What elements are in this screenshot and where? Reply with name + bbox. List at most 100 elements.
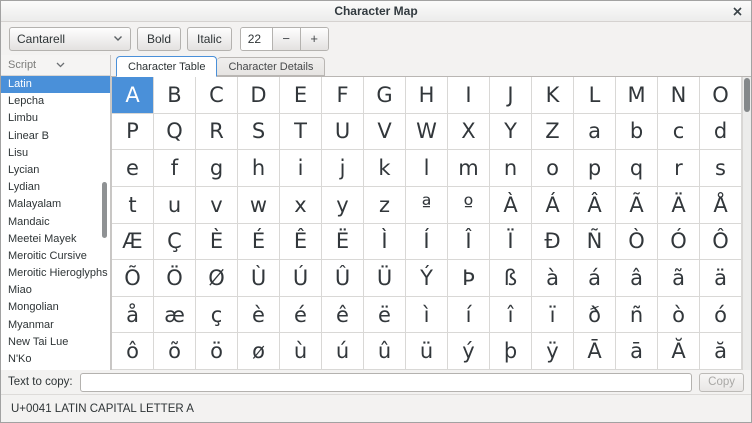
sidebar-item-lepcha[interactable]: Lepcha [1, 93, 110, 110]
character-cell[interactable]: ü [406, 333, 448, 370]
character-cell[interactable]: Ø [196, 260, 238, 297]
character-cell[interactable]: v [196, 187, 238, 224]
character-cell[interactable]: í [448, 297, 490, 334]
sidebar-scrollbar[interactable] [102, 182, 107, 238]
character-cell[interactable]: u [154, 187, 196, 224]
character-cell[interactable]: E [280, 77, 322, 114]
character-cell[interactable]: h [238, 150, 280, 187]
character-cell[interactable]: V [364, 114, 406, 151]
character-cell[interactable]: Ô [700, 224, 742, 261]
character-cell[interactable]: J [490, 77, 532, 114]
character-cell[interactable]: ö [196, 333, 238, 370]
character-cell[interactable]: Y [490, 114, 532, 151]
character-cell[interactable]: û [364, 333, 406, 370]
sidebar-item-meroitic-hieroglyphs[interactable]: Meroitic Hieroglyphs [1, 265, 110, 282]
character-cell[interactable]: ñ [616, 297, 658, 334]
character-cell[interactable]: s [700, 150, 742, 187]
character-cell[interactable]: ò [658, 297, 700, 334]
character-cell[interactable]: Ê [280, 224, 322, 261]
character-cell[interactable]: r [658, 150, 700, 187]
character-cell[interactable]: x [280, 187, 322, 224]
character-cell[interactable]: a [574, 114, 616, 151]
font-size-value[interactable]: 22 [241, 28, 272, 50]
grid-scrollbar[interactable] [742, 77, 751, 370]
character-cell[interactable]: ā [616, 333, 658, 370]
character-cell[interactable]: ß [490, 260, 532, 297]
character-cell[interactable]: Ö [154, 260, 196, 297]
text-to-copy-input[interactable] [80, 373, 693, 392]
character-cell[interactable]: à [532, 260, 574, 297]
character-cell[interactable]: Õ [112, 260, 154, 297]
character-cell[interactable]: ï [532, 297, 574, 334]
decrease-size-button[interactable]: − [272, 28, 300, 50]
character-cell[interactable]: n [490, 150, 532, 187]
bold-button[interactable]: Bold [137, 27, 181, 51]
character-cell[interactable]: R [196, 114, 238, 151]
sidebar-item-lycian[interactable]: Lycian [1, 162, 110, 179]
character-cell[interactable]: p [574, 150, 616, 187]
character-cell[interactable]: z [364, 187, 406, 224]
script-group-dropdown[interactable]: Script [1, 55, 110, 76]
sidebar-item-malayalam[interactable]: Malayalam [1, 196, 110, 213]
character-cell[interactable]: þ [490, 333, 532, 370]
character-cell[interactable]: o [532, 150, 574, 187]
character-cell[interactable]: Ð [532, 224, 574, 261]
character-cell[interactable]: j [322, 150, 364, 187]
character-cell[interactable]: Z [532, 114, 574, 151]
character-cell[interactable]: Ú [280, 260, 322, 297]
character-cell[interactable]: Ò [616, 224, 658, 261]
sidebar-item-meetei-mayek[interactable]: Meetei Mayek [1, 231, 110, 248]
character-cell[interactable]: L [574, 77, 616, 114]
character-cell[interactable]: ý [448, 333, 490, 370]
sidebar-item-ogham[interactable]: Ogham [1, 368, 110, 370]
character-cell[interactable]: ë [364, 297, 406, 334]
character-cell[interactable]: ó [700, 297, 742, 334]
character-cell[interactable]: è [238, 297, 280, 334]
character-cell[interactable]: b [616, 114, 658, 151]
character-cell[interactable]: k [364, 150, 406, 187]
character-cell[interactable]: Ñ [574, 224, 616, 261]
character-cell[interactable]: Ā [574, 333, 616, 370]
character-cell[interactable]: Ì [364, 224, 406, 261]
character-cell[interactable]: D [238, 77, 280, 114]
character-cell[interactable]: P [112, 114, 154, 151]
character-cell[interactable]: y [322, 187, 364, 224]
tab-character-details[interactable]: Character Details [217, 57, 325, 76]
character-cell[interactable]: ç [196, 297, 238, 334]
character-cell[interactable]: i [280, 150, 322, 187]
sidebar-item-lydian[interactable]: Lydian [1, 179, 110, 196]
character-cell[interactable]: Á [532, 187, 574, 224]
character-cell[interactable]: O [700, 77, 742, 114]
character-cell[interactable]: Å [700, 187, 742, 224]
sidebar-item-new-tai-lue[interactable]: New Tai Lue [1, 334, 110, 351]
character-cell[interactable]: å [112, 297, 154, 334]
character-cell[interactable]: S [238, 114, 280, 151]
character-cell[interactable]: B [154, 77, 196, 114]
character-cell[interactable]: N [658, 77, 700, 114]
sidebar-item-mandaic[interactable]: Mandaic [1, 214, 110, 231]
sidebar-item-lisu[interactable]: Lisu [1, 145, 110, 162]
font-family-dropdown[interactable]: Cantarell [9, 27, 131, 51]
character-cell[interactable]: U [322, 114, 364, 151]
character-cell[interactable]: Ó [658, 224, 700, 261]
character-cell[interactable]: È [196, 224, 238, 261]
character-cell[interactable]: Ç [154, 224, 196, 261]
character-cell[interactable]: Þ [448, 260, 490, 297]
character-cell[interactable]: Q [154, 114, 196, 151]
character-cell[interactable]: m [448, 150, 490, 187]
character-cell[interactable]: M [616, 77, 658, 114]
character-cell[interactable]: A [112, 77, 154, 114]
character-cell[interactable]: ê [322, 297, 364, 334]
italic-button[interactable]: Italic [187, 27, 232, 51]
character-cell[interactable]: c [658, 114, 700, 151]
character-cell[interactable]: Ï [490, 224, 532, 261]
character-cell[interactable]: Ë [322, 224, 364, 261]
character-cell[interactable]: d [700, 114, 742, 151]
sidebar-item-n-ko[interactable]: N'Ko [1, 351, 110, 368]
increase-size-button[interactable]: + [300, 28, 328, 50]
titlebar[interactable]: Character Map [1, 1, 751, 22]
character-cell[interactable]: l [406, 150, 448, 187]
character-cell[interactable]: Û [322, 260, 364, 297]
character-cell[interactable]: î [490, 297, 532, 334]
character-cell[interactable]: á [574, 260, 616, 297]
